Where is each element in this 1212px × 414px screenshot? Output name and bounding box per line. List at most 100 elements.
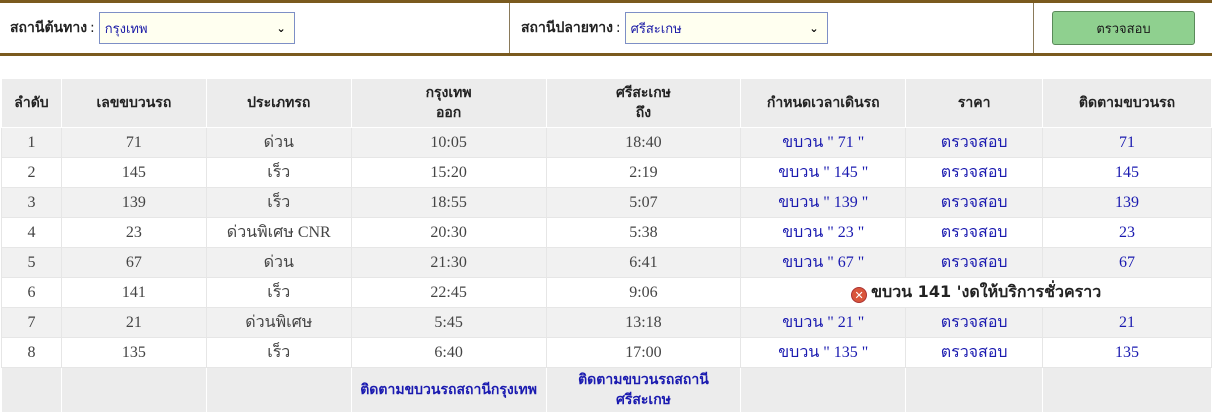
track-train-link[interactable]: 21 (1042, 307, 1212, 338)
header-arrive-word: ถึง (635, 105, 652, 121)
cell-seq: 8 (1, 337, 62, 368)
cell-train-no: 67 (60, 247, 207, 278)
footer-empty (1042, 367, 1212, 413)
cell-seq: 6 (1, 277, 62, 308)
origin-select[interactable]: กรุงเทพ ⌄ (98, 12, 295, 44)
cell-seq: 3 (1, 187, 62, 218)
track-train-link[interactable]: 139 (1042, 187, 1212, 218)
cell-depart: 6:40 (350, 337, 547, 368)
track-train-link[interactable]: 67 (1042, 247, 1212, 278)
chevron-down-icon: ⌄ (276, 21, 286, 35)
track-origin-station-link[interactable]: ติดตามขบวนรถสถานีกรุงเทพ (350, 367, 547, 413)
cancelled-notice: ✕ ขบวน 141 'งดให้บริการชั่วคราว (740, 277, 1212, 308)
track-train-link[interactable]: 23 (1042, 217, 1212, 248)
destination-select-value: ศรีสะเกษ (630, 21, 682, 37)
timetable-link[interactable]: ขบวน " 145 " (740, 157, 907, 188)
track-destination-station-link[interactable]: ติดตามขบวนรถสถานี ศรีสะเกษ (545, 367, 742, 413)
table-row: 4 23 ด่วนพิเศษ CNR 20:30 5:38 ขบวน " 23 … (1, 217, 1212, 248)
cell-arrive: 5:38 (545, 217, 742, 248)
check-button[interactable]: ตรวจสอบ (1052, 11, 1195, 45)
cell-train-no: 23 (60, 217, 207, 248)
cell-seq: 7 (1, 307, 62, 338)
cell-depart: 10:05 (350, 127, 547, 158)
table-row-cancelled: 6 141 เร็ว 22:45 9:06 ✕ ขบวน 141 'งดให้บร… (1, 277, 1212, 308)
cell-arrive: 17:00 (545, 337, 742, 368)
track-destination-line1: ติดตามขบวนรถสถานี (578, 372, 709, 388)
header-timetable: กำหนดเวลาเดินรถ (740, 78, 907, 128)
cell-depart: 5:45 (350, 307, 547, 338)
header-type: ประเภทรถ (205, 78, 352, 128)
cell-seq: 2 (1, 157, 62, 188)
table-header-row: ลำดับ เลขขบวนรถ ประเภทรถ กรุงเทพ ออก ศรีส… (1, 78, 1212, 128)
track-train-link[interactable]: 135 (1042, 337, 1212, 368)
cell-depart: 18:55 (350, 187, 547, 218)
timetable-link[interactable]: ขบวน " 67 " (740, 247, 907, 278)
cell-arrive: 18:40 (545, 127, 742, 158)
footer-empty (205, 367, 352, 413)
destination-select[interactable]: ศรีสะเกษ ⌄ (624, 12, 828, 44)
table-row: 1 71 ด่วน 10:05 18:40 ขบวน " 71 " ตรวจสอ… (1, 127, 1212, 158)
chevron-down-icon: ⌄ (809, 21, 819, 35)
table-row: 8 135 เร็ว 6:40 17:00 ขบวน " 135 " ตรวจส… (1, 337, 1212, 368)
timetable-link[interactable]: ขบวน " 71 " (740, 127, 907, 158)
cell-arrive: 9:06 (545, 277, 742, 308)
timetable-link[interactable]: ขบวน " 23 " (740, 217, 907, 248)
origin-label: สถานีต้นทาง: (10, 20, 95, 36)
header-arrive: ศรีสะเกษถึง (545, 78, 742, 128)
cell-type: เร็ว (205, 277, 352, 308)
price-check-link[interactable]: ตรวจสอบ (905, 217, 1044, 248)
table-row: 7 21 ด่วนพิเศษ 5:45 13:18 ขบวน " 21 " ตร… (1, 307, 1212, 338)
search-bar: สถานีต้นทาง: กรุงเทพ ⌄ สถานีปลายทาง: ศรี… (0, 0, 1212, 56)
price-check-link[interactable]: ตรวจสอบ (905, 187, 1044, 218)
cell-arrive: 6:41 (545, 247, 742, 278)
cell-train-no: 139 (60, 187, 207, 218)
cell-arrive: 5:07 (545, 187, 742, 218)
origin-select-value: กรุงเทพ (104, 21, 148, 37)
cell-seq: 4 (1, 217, 62, 248)
cell-train-no: 21 (60, 307, 207, 338)
cell-train-no: 71 (60, 127, 207, 158)
table-row: 3 139 เร็ว 18:55 5:07 ขบวน " 139 " ตรวจส… (1, 187, 1212, 218)
header-price: ราคา (905, 78, 1044, 128)
cell-seq: 1 (1, 127, 62, 158)
timetable-link[interactable]: ขบวน " 21 " (740, 307, 907, 338)
cell-depart: 22:45 (350, 277, 547, 308)
cell-arrive: 13:18 (545, 307, 742, 338)
track-train-link[interactable]: 145 (1042, 157, 1212, 188)
timetable-link[interactable]: ขบวน " 135 " (740, 337, 907, 368)
price-check-link[interactable]: ตรวจสอบ (905, 157, 1044, 188)
header-seq: ลำดับ (1, 78, 62, 128)
timetable-link[interactable]: ขบวน " 139 " (740, 187, 907, 218)
destination-group: สถานีปลายทาง: ศรีสะเกษ ⌄ (521, 3, 828, 53)
cell-type: เร็ว (205, 187, 352, 218)
price-check-link[interactable]: ตรวจสอบ (905, 127, 1044, 158)
header-track: ติดตามขบวนรถ (1042, 78, 1212, 128)
header-depart: กรุงเทพออก (350, 78, 547, 128)
header-depart-station: กรุงเทพ (425, 85, 472, 101)
cell-arrive: 2:19 (545, 157, 742, 188)
cell-train-no: 135 (60, 337, 207, 368)
footer-empty (740, 367, 907, 413)
cell-depart: 20:30 (350, 217, 547, 248)
footer-empty (1, 367, 62, 413)
track-train-link[interactable]: 71 (1042, 127, 1212, 158)
table-row: 5 67 ด่วน 21:30 6:41 ขบวน " 67 " ตรวจสอบ… (1, 247, 1212, 278)
cell-type: ด่วนพิเศษ (205, 307, 352, 338)
cell-type: เร็ว (205, 337, 352, 368)
schedule-table: ลำดับ เลขขบวนรถ ประเภทรถ กรุงเทพ ออก ศรีส… (1, 78, 1212, 413)
cancelled-notice-text: ขบวน 141 'งดให้บริการชั่วคราว (871, 282, 1102, 301)
cell-type: ด่วน (205, 247, 352, 278)
header-depart-word: ออก (435, 105, 462, 121)
price-check-link[interactable]: ตรวจสอบ (905, 307, 1044, 338)
cell-depart: 21:30 (350, 247, 547, 278)
price-check-link[interactable]: ตรวจสอบ (905, 247, 1044, 278)
divider (1033, 3, 1034, 53)
divider (509, 3, 510, 53)
x-circle-icon: ✕ (851, 287, 868, 303)
price-check-link[interactable]: ตรวจสอบ (905, 337, 1044, 368)
header-arrive-station: ศรีสะเกษ (615, 85, 671, 101)
cell-type: ด่วนพิเศษ CNR (205, 217, 352, 248)
table-row: 2 145 เร็ว 15:20 2:19 ขบวน " 145 " ตรวจส… (1, 157, 1212, 188)
cell-train-no: 141 (60, 277, 207, 308)
footer-empty (60, 367, 207, 413)
